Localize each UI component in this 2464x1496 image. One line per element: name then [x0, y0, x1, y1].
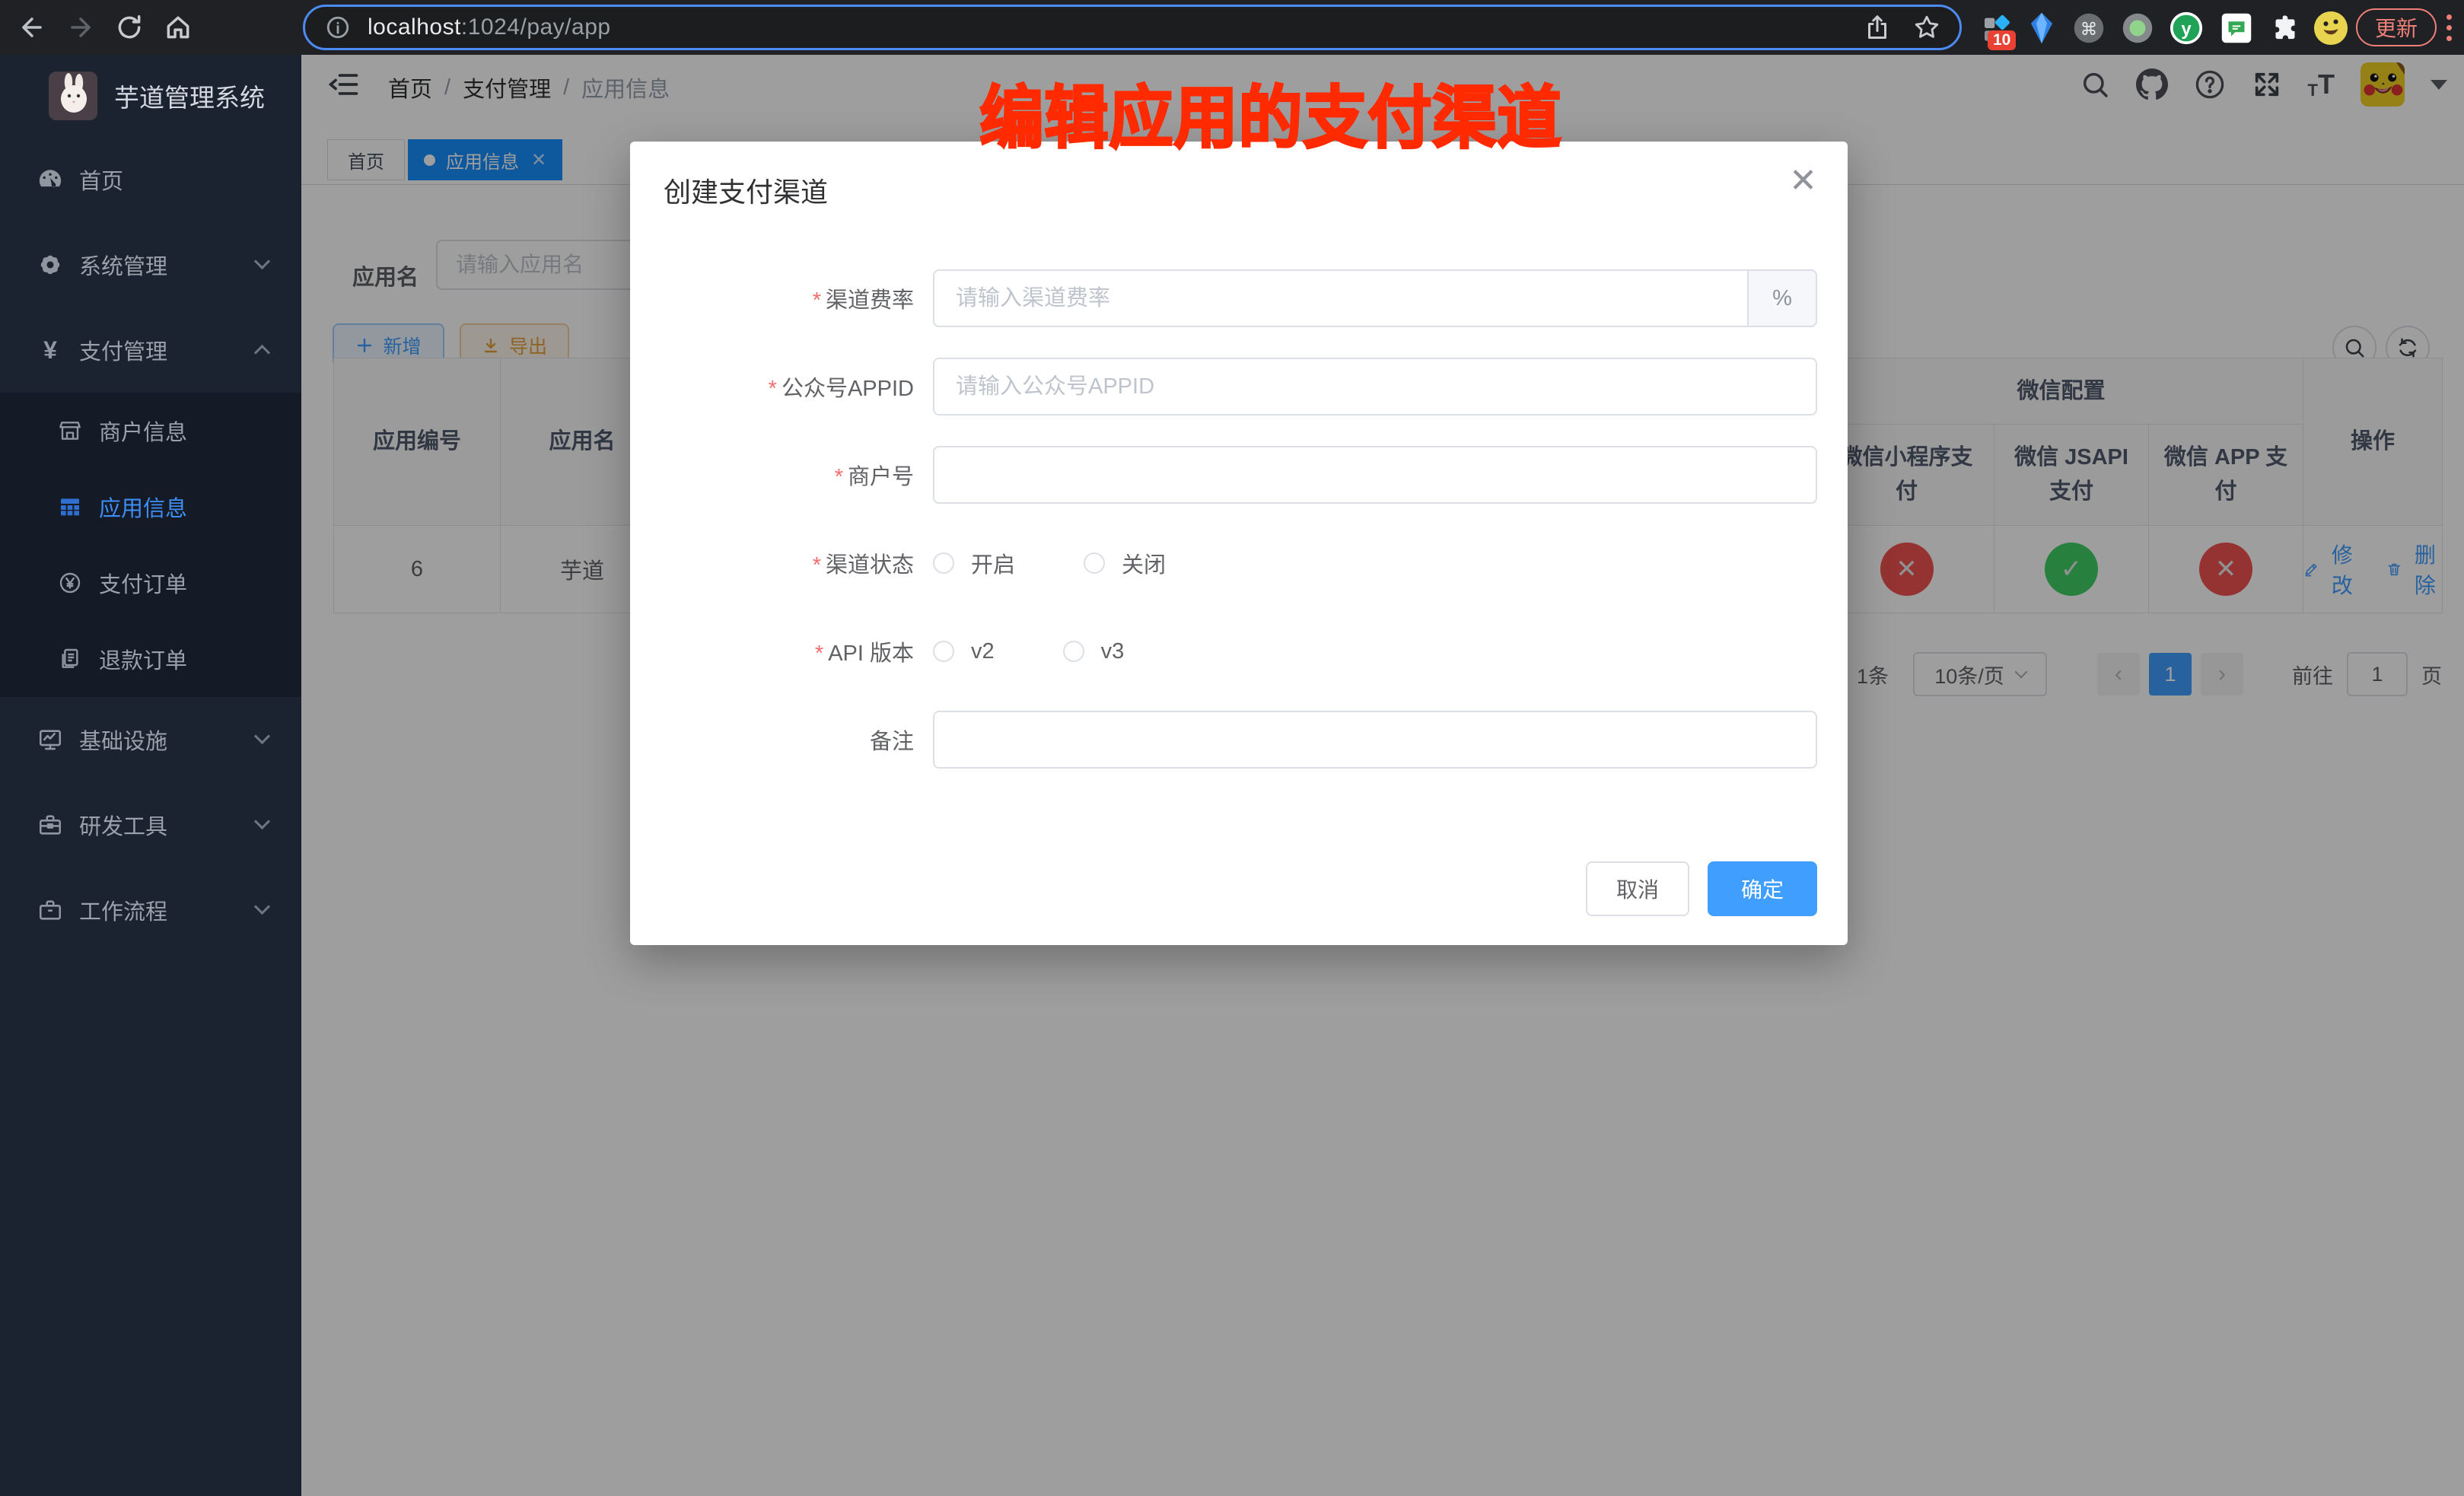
extension-balloon-icon[interactable] [2024, 11, 2059, 46]
app-logo[interactable]: 芋道管理系统 [0, 55, 301, 137]
sidebar-item-infrastructure[interactable]: 基础设施 [0, 697, 301, 782]
sidebar-item-label: 应用信息 [99, 491, 187, 523]
app-title: 芋道管理系统 [114, 78, 265, 114]
required-asterisk: * [835, 465, 843, 489]
sidebar-item-label: 支付订单 [99, 567, 187, 599]
radio-circle-icon [933, 552, 954, 574]
chevron-down-icon [254, 728, 270, 744]
appid-input[interactable] [933, 358, 1817, 415]
field-status: *渠道状态 开启 关闭 [661, 534, 1817, 592]
extension-record-icon[interactable] [2120, 11, 2155, 46]
yen-icon: ¥ [35, 336, 65, 364]
extensions-puzzle-icon[interactable] [2268, 11, 2303, 46]
sidebar-item-home[interactable]: 首页 [0, 137, 301, 222]
dashboard-icon [35, 167, 65, 193]
logo-rabbit-icon [49, 72, 97, 120]
percent-suffix: % [1749, 269, 1817, 327]
sidebar-item-refund-orders[interactable]: 退款订单 [0, 621, 301, 697]
radio-status-close[interactable]: 关闭 [1084, 547, 1166, 579]
shop-icon [55, 419, 85, 443]
chevron-down-icon [254, 899, 270, 915]
address-bar[interactable]: localhost:1024/pay/app [303, 5, 1962, 50]
required-asterisk: * [769, 377, 777, 401]
sidebar-item-label: 工作流程 [79, 894, 167, 926]
document-icon [55, 647, 85, 671]
field-api-version: *API 版本 v2 v3 [661, 622, 1817, 680]
appid-label: 公众号APPID [782, 377, 914, 401]
radio-circle-icon [1063, 641, 1084, 662]
sidebar-item-app-info[interactable]: 应用信息 [0, 469, 301, 545]
chevron-down-icon [254, 813, 270, 829]
rate-input[interactable] [933, 269, 1749, 327]
profile-avatar-icon[interactable] [2313, 11, 2348, 46]
sidebar-submenu-payment: 商户信息 应用信息 支付订单 退款订单 [0, 393, 301, 697]
merchant-label: 商户号 [848, 465, 914, 489]
url-text: localhost:1024/pay/app [368, 14, 611, 40]
radio-circle-icon [933, 641, 954, 662]
status-label: 渠道状态 [826, 553, 914, 578]
sidebar-item-label: 系统管理 [79, 249, 167, 281]
required-asterisk: * [813, 553, 821, 578]
merchant-input[interactable] [933, 446, 1817, 504]
sidebar-item-workflow[interactable]: 工作流程 [0, 867, 301, 953]
extension-yudao-icon[interactable]: y [2169, 11, 2204, 46]
extension-badge: 10 [1988, 30, 2016, 50]
field-appid: *公众号APPID [661, 358, 1817, 415]
sidebar-item-merchant-info[interactable]: 商户信息 [0, 393, 301, 469]
coin-yen-icon [55, 571, 85, 595]
toolbox-icon [35, 812, 65, 838]
sidebar-item-pay-orders[interactable]: 支付订单 [0, 545, 301, 621]
required-asterisk: * [813, 288, 821, 313]
create-channel-dialog: 创建支付渠道 ✕ *渠道费率 % *公众号APPID *商户号 * [630, 142, 1848, 945]
confirm-button[interactable]: 确定 [1708, 861, 1817, 916]
chevron-up-icon [254, 345, 270, 361]
sidebar-item-payment[interactable]: ¥ 支付管理 [0, 307, 301, 393]
dialog-title: 创建支付渠道 [664, 170, 828, 210]
grid-icon [55, 495, 85, 519]
browser-menu-icon[interactable] [2441, 11, 2456, 44]
radio-api-v2[interactable]: v2 [933, 639, 995, 664]
remark-input[interactable] [933, 711, 1817, 769]
briefcase-icon [35, 897, 65, 923]
sidebar-item-system[interactable]: 系统管理 [0, 222, 301, 307]
sidebar-item-label: 退款订单 [99, 643, 187, 675]
rate-label: 渠道费率 [826, 288, 914, 313]
extension-chat-icon[interactable] [2219, 11, 2254, 46]
sidebar-item-label: 基础设施 [79, 724, 167, 756]
monitor-chart-icon [35, 727, 65, 753]
browser-forward-icon[interactable] [64, 11, 97, 44]
gear-icon [35, 252, 65, 278]
share-icon[interactable] [1864, 14, 1891, 41]
sidebar: 芋道管理系统 首页 系统管理 ¥ 支付管理 商户信息 应用信息 [0, 55, 301, 1496]
chevron-down-icon [254, 253, 270, 269]
remark-label: 备注 [870, 730, 914, 754]
sidebar-item-label: 研发工具 [79, 809, 167, 841]
browser-update-button[interactable]: 更新 [2356, 8, 2437, 46]
dialog-close-icon[interactable]: ✕ [1789, 164, 1817, 198]
radio-status-open[interactable]: 开启 [933, 547, 1015, 579]
sidebar-item-label: 首页 [79, 164, 123, 196]
browser-chrome: localhost:1024/pay/app 10 ⌘ y 更新 [0, 0, 2464, 55]
extension-command-icon[interactable]: ⌘ [2071, 11, 2106, 46]
annotation-text: 编辑应用的支付渠道 [951, 64, 1590, 161]
sidebar-item-label: 商户信息 [99, 415, 187, 447]
extension-tag-icon[interactable]: 10 [1979, 11, 2014, 46]
site-info-icon[interactable] [325, 14, 351, 40]
bookmark-star-icon[interactable] [1912, 13, 1941, 42]
cancel-button[interactable]: 取消 [1586, 861, 1689, 916]
svg-text:y: y [2181, 19, 2192, 40]
browser-back-icon[interactable] [15, 11, 49, 44]
svg-text:⌘: ⌘ [2080, 19, 2098, 39]
sidebar-item-dev-tools[interactable]: 研发工具 [0, 782, 301, 867]
radio-api-v3[interactable]: v3 [1063, 639, 1125, 664]
browser-home-icon[interactable] [161, 11, 195, 44]
sidebar-item-label: 支付管理 [79, 334, 167, 366]
field-merchant: *商户号 [661, 446, 1817, 504]
api-version-label: API 版本 [828, 641, 914, 666]
radio-circle-icon [1084, 552, 1105, 574]
field-rate: *渠道费率 % [661, 269, 1817, 327]
required-asterisk: * [815, 641, 823, 666]
browser-reload-icon[interactable] [113, 11, 146, 44]
field-remark: 备注 [661, 711, 1817, 769]
